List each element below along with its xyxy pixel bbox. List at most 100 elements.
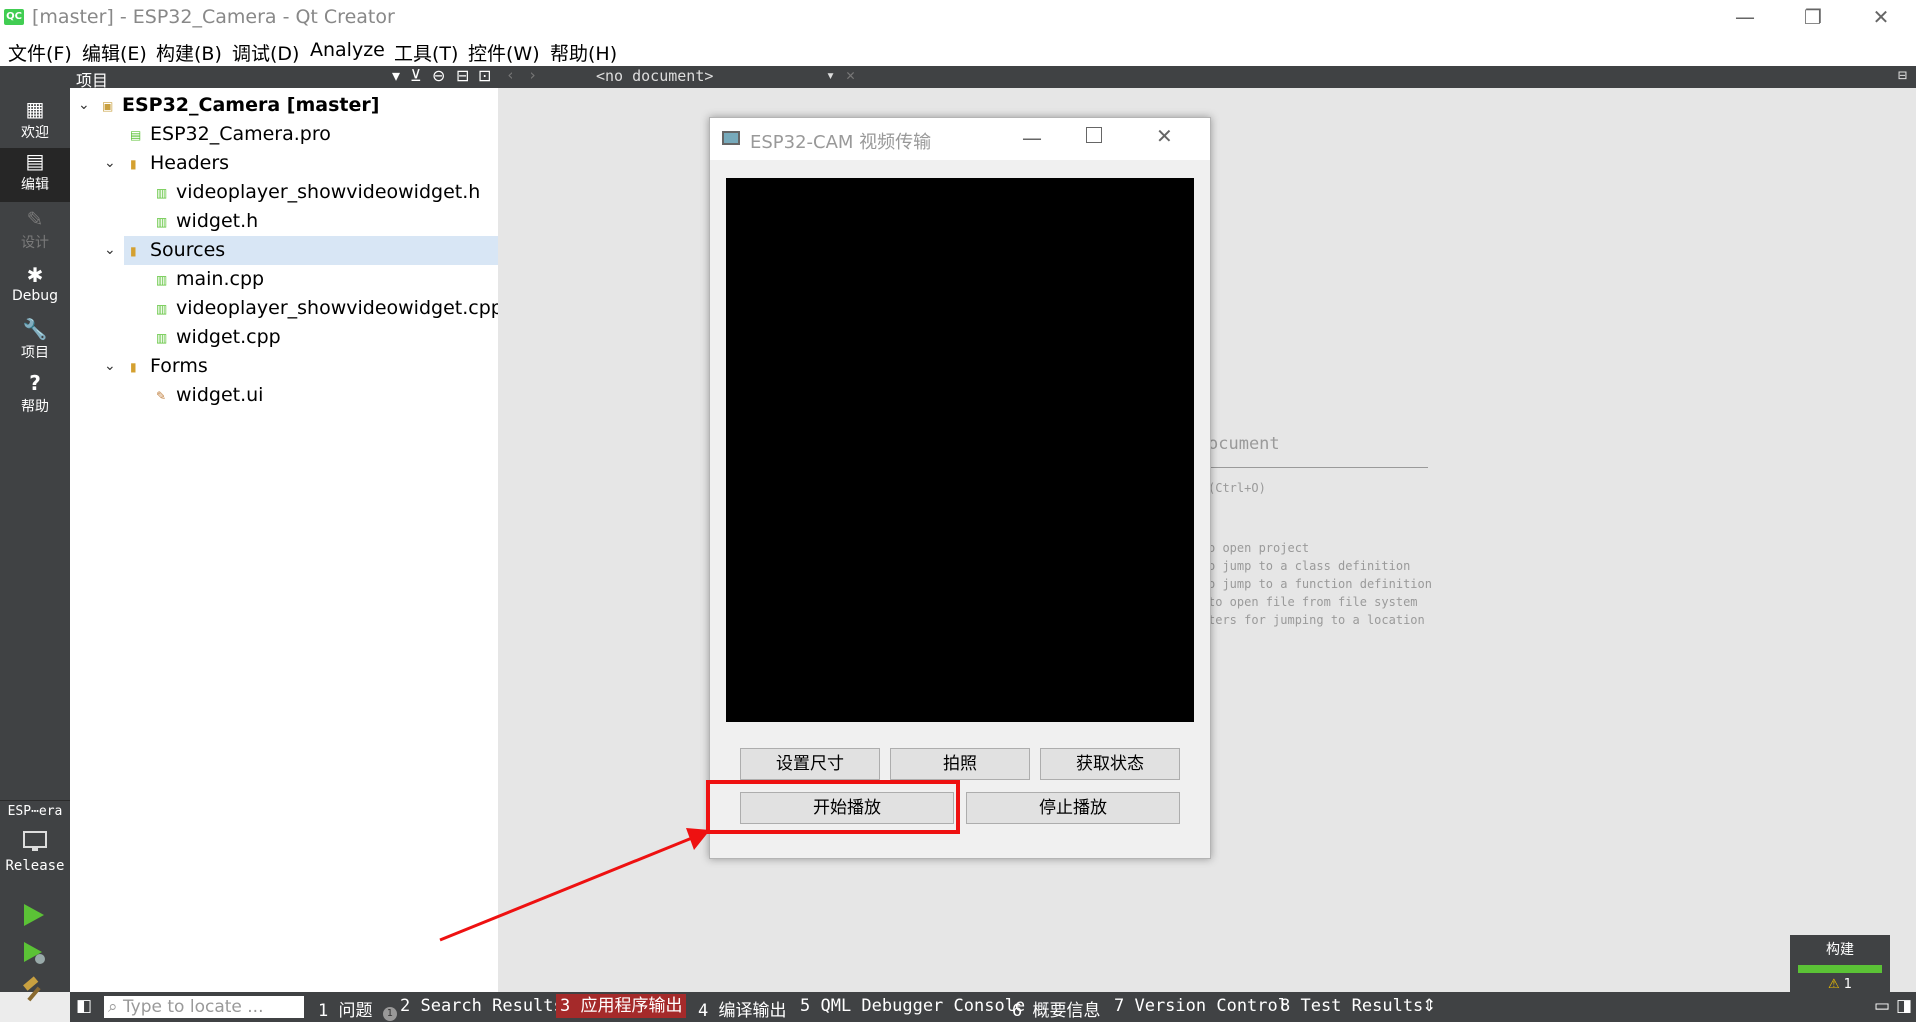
tab-test-results[interactable]: 8 Test Results — [1280, 996, 1423, 1016]
no-document-heading: ocument — [1208, 434, 1280, 454]
app-minimize-button[interactable]: — — [1022, 126, 1042, 150]
minimize-button[interactable]: — — [1710, 0, 1780, 34]
source-file-icon: ▥ — [156, 331, 168, 345]
expand-arrow-icon[interactable]: ⌄ — [78, 97, 92, 113]
issues-badge: 1 — [382, 1007, 397, 1021]
run-button[interactable] — [20, 902, 48, 932]
hammer-icon — [23, 976, 41, 1002]
mode-edit[interactable]: ▤ 编辑 — [0, 148, 70, 202]
app-icon — [722, 131, 740, 145]
tree-item-pro-file[interactable]: ▤ ESP32_Camera.pro — [70, 120, 498, 149]
expand-arrow-icon[interactable]: ⌄ — [104, 358, 118, 374]
mode-label: 欢迎 — [21, 125, 49, 141]
split-icon[interactable]: ⊟ — [456, 66, 469, 85]
stop-play-button[interactable]: 停止播放 — [966, 792, 1180, 824]
take-photo-button[interactable]: 拍照 — [890, 748, 1030, 780]
pane-dropdown-icon[interactable]: ▾ — [392, 66, 400, 85]
expand-arrow-icon[interactable]: ⌄ — [104, 155, 118, 171]
document-icon: ▤ — [25, 149, 45, 173]
tree-item-file[interactable]: ▥ main.cpp — [70, 265, 498, 294]
nav-forward-icon[interactable]: › — [528, 66, 537, 84]
tree-item-forms[interactable]: ⌄ ▮ Forms — [70, 352, 498, 381]
tree-label: widget.ui — [176, 384, 264, 406]
menu-edit[interactable]: 编辑(E) — [82, 39, 147, 66]
tree-label: videoplayer_showvideowidget.cpp — [176, 297, 503, 319]
link-icon[interactable]: ⊖ — [432, 66, 445, 85]
locator-input[interactable]: ⌕ Type to locate ... — [104, 996, 304, 1018]
mode-divider — [0, 800, 70, 801]
ui-file-icon: ✎ — [156, 389, 167, 403]
close-pane-icon[interactable]: ⊡ — [478, 66, 491, 85]
get-status-button[interactable]: 获取状态 — [1040, 748, 1180, 780]
mode-projects[interactable]: 🔧 项目 — [0, 316, 70, 370]
app-maximize-button[interactable] — [1086, 127, 1102, 143]
tree-item-file[interactable]: ▥ videoplayer_showvideowidget.h — [70, 178, 498, 207]
menu-file[interactable]: 文件(F) — [8, 39, 72, 66]
menu-build[interactable]: 构建(B) — [156, 39, 222, 66]
tree-item-headers[interactable]: ⌄ ▮ Headers — [70, 149, 498, 178]
title-bar: QC [master] - ESP32_Camera - Qt Creator … — [0, 0, 1916, 34]
filter-icon[interactable]: ⊻ — [410, 66, 422, 85]
open-shortcut-hint: (Ctrl+O) — [1208, 481, 1266, 495]
toggle-right-sidebar-icon[interactable]: ◨ — [1896, 996, 1912, 1016]
document-dropdown-icon[interactable]: ▾ — [826, 66, 835, 84]
more-tabs-icon[interactable]: ⇕ — [1422, 996, 1436, 1016]
menu-tools[interactable]: 工具(T) — [394, 39, 458, 66]
warning-count: 1 — [1843, 977, 1853, 992]
tree-label: widget.h — [176, 210, 259, 232]
locator-hint: ters for jumping to a location — [1208, 613, 1425, 627]
mode-help[interactable]: ? 帮助 — [0, 370, 70, 424]
mode-label: 帮助 — [21, 399, 49, 415]
folder-forms-icon: ▮ — [130, 360, 137, 374]
heading-rule — [1198, 467, 1428, 468]
debug-run-button[interactable] — [20, 940, 48, 970]
locator-hint: o jump to a class definition — [1208, 559, 1411, 573]
menu-analyze[interactable]: Analyze — [310, 39, 385, 61]
close-button[interactable]: ✕ — [1846, 0, 1916, 34]
folder-c-icon: ▮ — [130, 244, 137, 258]
annotation-arrow — [439, 828, 710, 942]
mode-design: ✎ 设计 — [0, 206, 70, 260]
menu-help[interactable]: 帮助(H) — [550, 39, 617, 66]
monitor-icon — [23, 831, 47, 851]
tree-item-project[interactable]: ⌄ ▣ ESP32_Camera [master] — [70, 91, 498, 120]
maximize-button[interactable]: ❐ — [1778, 0, 1848, 34]
set-size-button[interactable]: 设置尺寸 — [740, 748, 880, 780]
tab-application-output[interactable]: 3 应用程序输出 — [556, 994, 687, 1018]
run-icon — [24, 904, 44, 926]
tree-item-sources[interactable]: ⌄ ▮ Sources — [104, 236, 498, 265]
tree-label: widget.cpp — [176, 326, 281, 348]
tree-item-file[interactable]: ▥ widget.h — [70, 207, 498, 236]
tab-search-results[interactable]: 2 Search Results — [400, 996, 564, 1016]
pencil-icon: ✎ — [26, 207, 44, 231]
tree-item-file[interactable]: ✎ widget.ui — [70, 381, 498, 410]
debug-run-icon — [24, 942, 45, 964]
bug-icon: ✱ — [26, 263, 44, 287]
kit-selector[interactable]: Release — [0, 826, 70, 886]
close-document-icon[interactable]: ✕ — [846, 66, 855, 84]
locator-placeholder: Type to locate ... — [122, 997, 264, 1017]
mode-welcome[interactable]: ▦ 欢迎 — [0, 96, 70, 150]
tab-version-control[interactable]: 7 Version Control — [1114, 996, 1288, 1016]
toggle-sidebar-icon[interactable]: ◧ — [76, 996, 92, 1016]
app-title: ESP32-CAM 视频传输 — [750, 132, 932, 153]
nav-back-icon[interactable]: ‹ — [506, 66, 515, 84]
progress-toggle-icon[interactable]: ▭ — [1874, 996, 1890, 1016]
mode-debug[interactable]: ✱ Debug — [0, 262, 70, 316]
source-file-icon: ▥ — [156, 273, 168, 287]
tab-qml-debugger-console[interactable]: 5 QML Debugger Console — [800, 996, 1025, 1016]
tab-compile-output[interactable]: 4 编译输出 — [698, 996, 786, 1021]
tree-item-file[interactable]: ▥ videoplayer_showvideowidget.cpp — [70, 294, 503, 323]
build-button[interactable] — [20, 976, 48, 1006]
app-close-button[interactable]: ✕ — [1156, 124, 1173, 148]
tab-general-messages[interactable]: 6 概要信息 — [1012, 996, 1100, 1021]
build-progress-bar — [1798, 965, 1882, 973]
menu-controls[interactable]: 控件(W) — [468, 39, 540, 66]
tree-item-file[interactable]: ▥ widget.cpp — [70, 323, 498, 352]
build-progress[interactable]: 构建 ⚠ 1 — [1790, 935, 1890, 992]
tab-issues[interactable]: 1 问题 1 — [318, 996, 397, 1021]
document-selector[interactable]: <no document> — [596, 67, 713, 85]
split-editor-icon[interactable]: ⊟ — [1898, 66, 1907, 84]
expand-arrow-icon[interactable]: ⌄ — [104, 242, 118, 258]
menu-debug[interactable]: 调试(D) — [232, 39, 299, 66]
